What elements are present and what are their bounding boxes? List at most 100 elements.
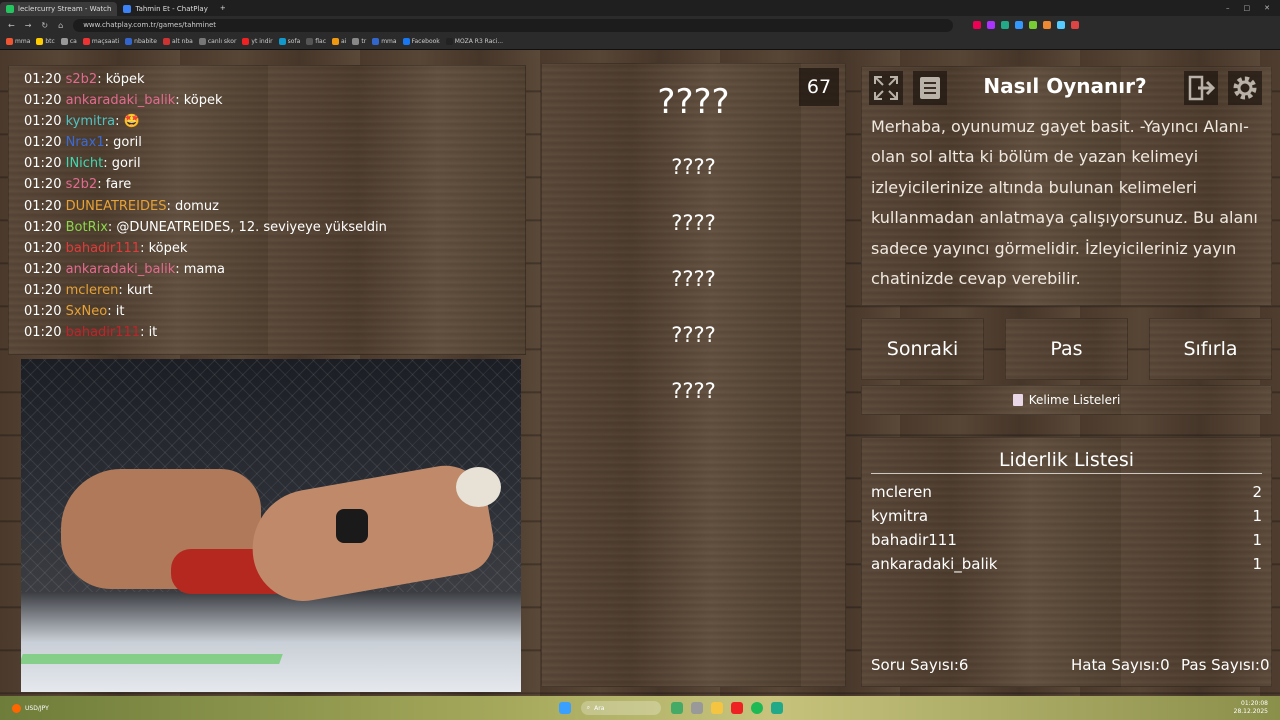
address-bar-row: ← → ↻ ⌂ www.chatplay.com.tr/games/tahmin… <box>0 16 1280 34</box>
tab-chatplay[interactable]: Tahmin Et - ChatPlay <box>117 2 213 16</box>
spotify-icon[interactable] <box>750 702 763 714</box>
system-clock[interactable]: 01:20:08 28.12.2025 <box>1234 700 1268 716</box>
chat-message: 01:20 bahadir111: köpek <box>24 240 188 256</box>
windows-start-icon[interactable] <box>558 702 571 714</box>
main-word: ???? <box>657 82 730 122</box>
tab-stream[interactable]: leclercurry Stream - Watch <box>0 2 118 16</box>
extension-icon[interactable] <box>987 21 996 29</box>
next-button[interactable]: Sonraki <box>861 318 984 380</box>
extension-icon[interactable] <box>1057 21 1066 29</box>
bookmark[interactable]: mma <box>372 38 397 45</box>
task-view-icon[interactable] <box>690 702 703 714</box>
leaderboard-title: Liderlik Listesi <box>998 449 1135 471</box>
bookmark[interactable]: Facebook <box>402 38 440 45</box>
bookmark[interactable]: canlı skor <box>198 38 236 45</box>
maximize-icon[interactable]: □ <box>1244 4 1251 12</box>
chat-username[interactable]: bahadir111 <box>66 241 140 256</box>
bookmark[interactable]: sofa <box>278 38 300 45</box>
chat-username[interactable]: Nrax1 <box>66 135 105 150</box>
bookmark[interactable]: ai <box>332 38 346 45</box>
bookmark[interactable]: alt nba <box>162 38 193 45</box>
stream-video[interactable] <box>21 359 521 692</box>
bookmark[interactable]: maçsaati <box>82 38 119 45</box>
mat-stripe <box>21 654 283 664</box>
extension-icon[interactable] <box>1071 21 1080 29</box>
chat-message: 01:20 kymitra: 🤩 <box>24 114 140 130</box>
extensions <box>973 21 1080 29</box>
divider <box>871 473 1262 474</box>
howto-text: Merhaba, oyunumuz gayet basit. -Yayıncı … <box>871 117 1258 289</box>
chat-username[interactable]: INicht <box>66 156 104 171</box>
chat-message: 01:20 INicht: goril <box>24 156 141 172</box>
exit-button[interactable] <box>1184 71 1218 105</box>
pass-label: Pas <box>1050 338 1083 360</box>
url-text: www.chatplay.com.tr/games/tahminet <box>83 21 217 29</box>
taskbar-search[interactable]: ⌕ Ara <box>580 701 661 715</box>
list-icon <box>1012 394 1023 406</box>
chat-message: 01:20 Nrax1: goril <box>24 135 142 151</box>
new-tab-icon[interactable]: + <box>214 4 226 12</box>
chat-username[interactable]: s2b2 <box>66 177 98 192</box>
pass-button[interactable]: Pas <box>1005 318 1128 380</box>
home-icon[interactable]: ⌂ <box>58 21 63 30</box>
search-icon: ⌕ <box>586 704 591 711</box>
forbidden-word: ???? <box>671 267 716 291</box>
reset-button[interactable]: Sıfırla <box>1149 318 1272 380</box>
forbidden-word: ???? <box>671 211 716 235</box>
fullscreen-icon <box>874 76 898 100</box>
chat-username[interactable]: ankaradaki_balik <box>66 93 176 108</box>
reset-label: Sıfırla <box>1183 338 1238 360</box>
browser-tab-bar: leclercurry Stream - Watch Tahmin Et - C… <box>0 0 1280 16</box>
bookmark[interactable]: mma <box>6 38 30 45</box>
next-label: Sonraki <box>886 338 959 360</box>
notes-button[interactable] <box>913 71 947 105</box>
forward-icon[interactable]: → <box>25 21 32 30</box>
bookmark[interactable]: nbabite <box>125 38 157 45</box>
vivaldi-icon[interactable] <box>730 702 743 714</box>
bookmark[interactable]: MOZA R3 Raci... <box>445 38 503 45</box>
chat-message: 01:20 bahadir111: it <box>24 325 158 341</box>
app-icon[interactable] <box>770 702 783 714</box>
url-field[interactable]: www.chatplay.com.tr/games/tahminet <box>73 18 954 32</box>
chat-message: 01:20 DUNEATREIDES: domuz <box>24 198 219 214</box>
error-count: Hata Sayısı:0 <box>1071 656 1170 674</box>
leaderboard-row: ankaradaki_balik 1 <box>871 555 1262 573</box>
chat-username[interactable]: DUNEATREIDES <box>66 199 167 214</box>
extension-icon[interactable] <box>1029 21 1038 29</box>
bookmark[interactable]: btc <box>36 38 55 45</box>
bookmark[interactable]: tr <box>352 38 366 45</box>
extension-icon[interactable] <box>1015 21 1024 29</box>
extension-icon[interactable] <box>1043 21 1052 29</box>
minimize-icon[interactable]: – <box>1226 4 1230 12</box>
reload-icon[interactable]: ↻ <box>41 21 48 30</box>
chat-username[interactable]: bahadir111 <box>66 325 140 340</box>
chat-username[interactable]: SxNeo <box>66 304 108 319</box>
chat-username[interactable]: mcleren <box>66 283 119 298</box>
chat-message: 01:20 ankaradaki_balik: köpek <box>24 93 223 109</box>
fullscreen-button[interactable] <box>869 71 903 105</box>
back-icon[interactable]: ← <box>8 21 15 30</box>
chat-username[interactable]: ankaradaki_balik <box>66 262 176 277</box>
bookmark[interactable]: flac <box>306 38 326 45</box>
app-icon[interactable] <box>670 702 683 714</box>
weather-icon <box>12 703 21 713</box>
weather-widget[interactable]: USD/JPY <box>12 703 49 713</box>
chat-username[interactable]: BotRix <box>66 220 108 235</box>
folder-icon[interactable] <box>710 702 723 714</box>
chat-message: 01:20 BotRix: @DUNEATREIDES, 12. seviyey… <box>24 219 387 235</box>
chat-username[interactable]: kymitra <box>66 114 115 129</box>
chat-message: 01:20 s2b2: köpek <box>24 72 145 87</box>
close-icon[interactable]: ✕ <box>1264 4 1270 12</box>
question-count: Soru Sayısı:6 <box>871 656 969 674</box>
bookmark[interactable]: yt indir <box>242 38 273 45</box>
chat-message: 01:20 ankaradaki_balik: mama <box>24 261 226 277</box>
extension-icon[interactable] <box>1001 21 1010 29</box>
word-lists-button[interactable]: Kelime Listeleri <box>861 385 1272 415</box>
chat-username[interactable]: s2b2 <box>66 72 98 87</box>
extension-icon[interactable] <box>973 21 982 29</box>
howto-title: Nasıl Oynanır? <box>983 74 1147 98</box>
settings-button[interactable] <box>1228 71 1262 105</box>
bookmark[interactable]: ca <box>60 38 77 45</box>
leaderboard-row: mcleren 2 <box>871 483 1262 501</box>
kick-icon <box>6 5 14 13</box>
